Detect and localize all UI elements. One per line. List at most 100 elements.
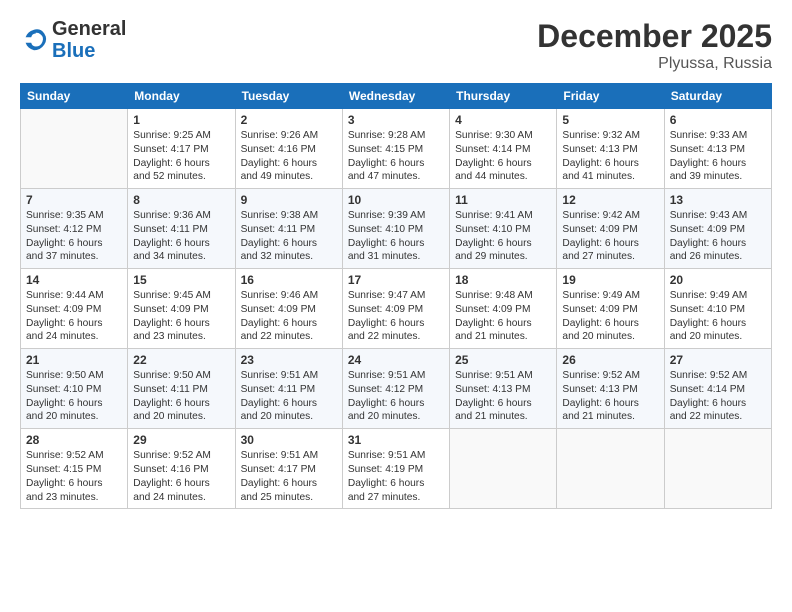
calendar-table: SundayMondayTuesdayWednesdayThursdayFrid… [20, 83, 772, 509]
calendar-cell: 15 Sunrise: 9:45 AM Sunset: 4:09 PM Dayli… [128, 269, 235, 349]
day-info: Sunrise: 9:25 AM Sunset: 4:17 PM Dayligh… [133, 129, 229, 184]
day-info: Sunrise: 9:48 AM Sunset: 4:09 PM Dayligh… [455, 289, 551, 344]
calendar-cell: 29 Sunrise: 9:52 AM Sunset: 4:16 PM Dayli… [128, 429, 235, 509]
calendar-cell [557, 429, 664, 509]
day-info: Sunrise: 9:52 AM Sunset: 4:14 PM Dayligh… [670, 369, 766, 424]
calendar-cell: 10 Sunrise: 9:39 AM Sunset: 4:10 PM Dayli… [342, 189, 449, 269]
calendar-cell: 9 Sunrise: 9:38 AM Sunset: 4:11 PM Daylig… [235, 189, 342, 269]
calendar-cell: 22 Sunrise: 9:50 AM Sunset: 4:11 PM Dayli… [128, 349, 235, 429]
calendar-cell: 16 Sunrise: 9:46 AM Sunset: 4:09 PM Dayli… [235, 269, 342, 349]
day-info: Sunrise: 9:43 AM Sunset: 4:09 PM Dayligh… [670, 209, 766, 264]
day-info: Sunrise: 9:51 AM Sunset: 4:17 PM Dayligh… [241, 449, 337, 504]
calendar-cell: 13Sunrise: 9:43 AM Sunset: 4:09 PM Dayli… [664, 189, 771, 269]
calendar-cell: 21 Sunrise: 9:50 AM Sunset: 4:10 PM Dayli… [21, 349, 128, 429]
day-info: Sunrise: 9:41 AM Sunset: 4:10 PM Dayligh… [455, 209, 551, 264]
logo-icon [20, 26, 48, 54]
title-block: December 2025 Plyussa, Russia [537, 18, 772, 73]
day-number: 15 [133, 273, 229, 287]
day-info: Sunrise: 9:50 AM Sunset: 4:11 PM Dayligh… [133, 369, 229, 424]
calendar-cell: 19 Sunrise: 9:49 AM Sunset: 4:09 PM Dayli… [557, 269, 664, 349]
day-info: Sunrise: 9:30 AM Sunset: 4:14 PM Dayligh… [455, 129, 551, 184]
day-number: 31 [348, 433, 444, 447]
day-number: 4 [455, 113, 551, 127]
day-info: Sunrise: 9:50 AM Sunset: 4:10 PM Dayligh… [26, 369, 122, 424]
day-number: 3 [348, 113, 444, 127]
title-month: December 2025 [537, 18, 772, 55]
calendar-cell: 27 Sunrise: 9:52 AM Sunset: 4:14 PM Dayli… [664, 349, 771, 429]
logo-text: General Blue [52, 18, 126, 62]
calendar-row-4: 21 Sunrise: 9:50 AM Sunset: 4:10 PM Dayli… [21, 349, 772, 429]
day-info: Sunrise: 9:46 AM Sunset: 4:09 PM Dayligh… [241, 289, 337, 344]
day-number: 20 [670, 273, 766, 287]
calendar-cell [664, 429, 771, 509]
day-number: 5 [562, 113, 658, 127]
day-number: 1 [133, 113, 229, 127]
calendar-cell: 3Sunrise: 9:28 AM Sunset: 4:15 PM Daylig… [342, 109, 449, 189]
day-number: 7 [26, 193, 122, 207]
calendar-cell: 30 Sunrise: 9:51 AM Sunset: 4:17 PM Dayli… [235, 429, 342, 509]
day-info: Sunrise: 9:52 AM Sunset: 4:16 PM Dayligh… [133, 449, 229, 504]
day-number: 23 [241, 353, 337, 367]
calendar-cell: 28Sunrise: 9:52 AM Sunset: 4:15 PM Dayli… [21, 429, 128, 509]
calendar-cell [450, 429, 557, 509]
calendar-cell: 8Sunrise: 9:36 AM Sunset: 4:11 PM Daylig… [128, 189, 235, 269]
day-number: 27 [670, 353, 766, 367]
calendar-cell: 11 Sunrise: 9:41 AM Sunset: 4:10 PM Dayli… [450, 189, 557, 269]
col-header-wednesday: Wednesday [342, 84, 449, 109]
day-info: Sunrise: 9:33 AM Sunset: 4:13 PM Dayligh… [670, 129, 766, 184]
col-header-thursday: Thursday [450, 84, 557, 109]
calendar-cell: 5 Sunrise: 9:32 AM Sunset: 4:13 PM Daylig… [557, 109, 664, 189]
day-number: 29 [133, 433, 229, 447]
day-number: 11 [455, 193, 551, 207]
calendar-cell: 4 Sunrise: 9:30 AM Sunset: 4:14 PM Daylig… [450, 109, 557, 189]
calendar-cell: 17Sunrise: 9:47 AM Sunset: 4:09 PM Dayli… [342, 269, 449, 349]
day-number: 16 [241, 273, 337, 287]
day-number: 12 [562, 193, 658, 207]
calendar-cell: 1 Sunrise: 9:25 AM Sunset: 4:17 PM Daylig… [128, 109, 235, 189]
day-info: Sunrise: 9:38 AM Sunset: 4:11 PM Dayligh… [241, 209, 337, 264]
title-location: Plyussa, Russia [537, 55, 772, 73]
day-number: 30 [241, 433, 337, 447]
day-info: Sunrise: 9:32 AM Sunset: 4:13 PM Dayligh… [562, 129, 658, 184]
day-number: 22 [133, 353, 229, 367]
day-info: Sunrise: 9:51 AM Sunset: 4:19 PM Dayligh… [348, 449, 444, 504]
day-number: 14 [26, 273, 122, 287]
calendar-cell: 23 Sunrise: 9:51 AM Sunset: 4:11 PM Dayli… [235, 349, 342, 429]
day-info: Sunrise: 9:51 AM Sunset: 4:11 PM Dayligh… [241, 369, 337, 424]
day-info: Sunrise: 9:52 AM Sunset: 4:13 PM Dayligh… [562, 369, 658, 424]
logo: General Blue [20, 18, 126, 62]
day-number: 2 [241, 113, 337, 127]
day-info: Sunrise: 9:36 AM Sunset: 4:11 PM Dayligh… [133, 209, 229, 264]
day-number: 10 [348, 193, 444, 207]
calendar-row-2: 7 Sunrise: 9:35 AM Sunset: 4:12 PM Daylig… [21, 189, 772, 269]
calendar-cell: 20Sunrise: 9:49 AM Sunset: 4:10 PM Dayli… [664, 269, 771, 349]
day-info: Sunrise: 9:39 AM Sunset: 4:10 PM Dayligh… [348, 209, 444, 264]
day-info: Sunrise: 9:35 AM Sunset: 4:12 PM Dayligh… [26, 209, 122, 264]
day-info: Sunrise: 9:42 AM Sunset: 4:09 PM Dayligh… [562, 209, 658, 264]
calendar-row-3: 14Sunrise: 9:44 AM Sunset: 4:09 PM Dayli… [21, 269, 772, 349]
day-info: Sunrise: 9:51 AM Sunset: 4:12 PM Dayligh… [348, 369, 444, 424]
day-number: 17 [348, 273, 444, 287]
calendar-cell [21, 109, 128, 189]
day-number: 19 [562, 273, 658, 287]
calendar-row-5: 28Sunrise: 9:52 AM Sunset: 4:15 PM Dayli… [21, 429, 772, 509]
calendar-cell: 18Sunrise: 9:48 AM Sunset: 4:09 PM Dayli… [450, 269, 557, 349]
day-number: 6 [670, 113, 766, 127]
col-header-monday: Monday [128, 84, 235, 109]
calendar-cell: 26Sunrise: 9:52 AM Sunset: 4:13 PM Dayli… [557, 349, 664, 429]
day-info: Sunrise: 9:51 AM Sunset: 4:13 PM Dayligh… [455, 369, 551, 424]
calendar-cell: 6 Sunrise: 9:33 AM Sunset: 4:13 PM Daylig… [664, 109, 771, 189]
calendar-cell: 24 Sunrise: 9:51 AM Sunset: 4:12 PM Dayli… [342, 349, 449, 429]
day-number: 24 [348, 353, 444, 367]
calendar-cell: 2 Sunrise: 9:26 AM Sunset: 4:16 PM Daylig… [235, 109, 342, 189]
day-number: 9 [241, 193, 337, 207]
calendar-cell: 7 Sunrise: 9:35 AM Sunset: 4:12 PM Daylig… [21, 189, 128, 269]
day-info: Sunrise: 9:45 AM Sunset: 4:09 PM Dayligh… [133, 289, 229, 344]
header: General Blue December 2025 Plyussa, Russ… [20, 18, 772, 73]
calendar-cell: 25Sunrise: 9:51 AM Sunset: 4:13 PM Dayli… [450, 349, 557, 429]
day-number: 21 [26, 353, 122, 367]
day-info: Sunrise: 9:49 AM Sunset: 4:09 PM Dayligh… [562, 289, 658, 344]
col-header-saturday: Saturday [664, 84, 771, 109]
day-info: Sunrise: 9:52 AM Sunset: 4:15 PM Dayligh… [26, 449, 122, 504]
day-info: Sunrise: 9:26 AM Sunset: 4:16 PM Dayligh… [241, 129, 337, 184]
